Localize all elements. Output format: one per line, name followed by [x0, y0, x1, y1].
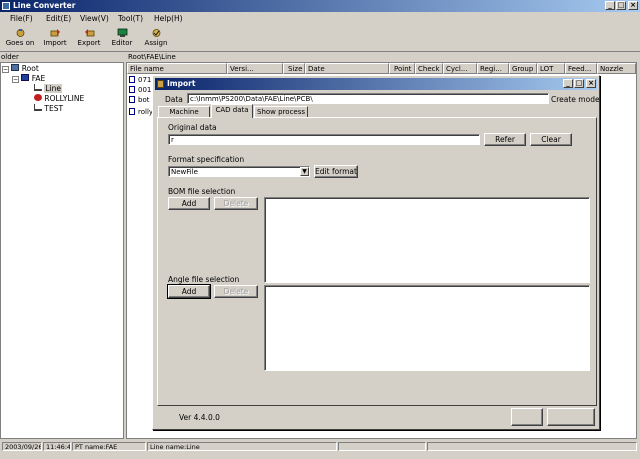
export-icon [84, 29, 94, 37]
col-registration[interactable]: Regi... [477, 63, 509, 74]
file-row[interactable]: bot [129, 95, 149, 105]
original-data-field[interactable]: r [168, 134, 480, 145]
chevron-down-icon[interactable]: ▼ [300, 167, 309, 176]
app-title: Line Converter [13, 1, 76, 10]
data-path-field[interactable]: c:\Inmm\PS200\Data\FAE\Line\PCB\ [187, 93, 549, 104]
angle-file-list[interactable] [264, 285, 590, 371]
assign-button[interactable]: Assign [142, 28, 170, 47]
cancel-button[interactable] [547, 408, 595, 426]
col-nozzle[interactable]: Nozzle [597, 63, 636, 74]
editor-icon [117, 28, 127, 37]
data-label: Data [165, 95, 183, 104]
import-icon [50, 29, 60, 37]
format-select-value: NewFile [171, 168, 198, 176]
collapse-icon[interactable]: − [2, 66, 9, 73]
toolbar: Goes on Import Export Editor Assign [0, 26, 640, 52]
file-icon [129, 108, 135, 115]
format-select[interactable]: NewFile ▼ [168, 166, 310, 177]
edit-format-button[interactable]: Edit format [314, 165, 358, 178]
import-dialog: Import _ □ × Data c:\Inmm\PS200\Data\FAE… [152, 75, 600, 430]
folder-icon [21, 74, 30, 81]
bom-add-button[interactable]: Add [168, 197, 210, 210]
menu-bar: File(F) Edit(E) View(V) Tool(T) Help(H) [0, 13, 640, 25]
menu-help[interactable]: Help(H) [154, 13, 183, 25]
line-icon [34, 84, 42, 91]
version-label: Ver 4.4.0.0 [179, 413, 220, 422]
refer-button[interactable]: Refer [484, 133, 526, 146]
col-size[interactable]: Size [283, 63, 305, 74]
original-data-label: Original data [168, 123, 217, 132]
editor-button[interactable]: Editor [110, 28, 134, 47]
app-icon [2, 2, 10, 10]
clear-button[interactable]: Clear [530, 133, 572, 146]
current-path: Root\FAE\Line [128, 53, 176, 61]
bom-file-selection-label: BOM file selection [168, 187, 236, 196]
status-panel-empty [338, 442, 426, 451]
col-date[interactable]: Date [305, 63, 389, 74]
minimize-button[interactable]: _ [605, 1, 615, 10]
col-file-name[interactable]: File name [127, 63, 227, 74]
angle-delete-button[interactable]: Delete [214, 285, 258, 298]
tree-item-root[interactable]: − Root [2, 64, 39, 74]
goes-on-icon [16, 29, 24, 37]
bom-file-list[interactable] [264, 197, 590, 283]
col-feeder[interactable]: Feed... [565, 63, 597, 74]
file-icon [129, 96, 135, 103]
file-icon [129, 86, 135, 93]
close-button[interactable]: × [628, 1, 638, 10]
dialog-title: Import [167, 79, 196, 88]
import-button[interactable]: Import [42, 28, 68, 47]
file-row[interactable]: 071 [129, 75, 151, 85]
status-pt-name: PT name:FAE [72, 442, 146, 451]
file-row[interactable]: rolly [129, 107, 153, 117]
collapse-icon[interactable]: − [12, 76, 19, 83]
status-time: 11:46:43 [43, 442, 71, 451]
bom-delete-button[interactable]: Delete [214, 197, 258, 210]
tree-item-fae[interactable]: − FAE [12, 74, 45, 84]
menu-view[interactable]: View(V) [80, 13, 109, 25]
col-version[interactable]: Versi... [227, 63, 283, 74]
folder-tree[interactable]: − Root − FAE Line ROLLYLINE TEST [0, 62, 124, 439]
tree-item-rollyline[interactable]: ROLLYLINE [34, 94, 84, 104]
export-button[interactable]: Export [76, 28, 102, 47]
status-bar: 2003/09/26 11:46:43 PT name:FAE Line nam… [0, 440, 640, 459]
computer-icon [11, 64, 20, 71]
col-check[interactable]: Check [415, 63, 443, 74]
menu-file[interactable]: File(F) [10, 13, 33, 25]
app-title-bar[interactable]: Line Converter _ □ × [0, 0, 640, 12]
status-date: 2003/09/26 [2, 442, 42, 451]
angle-file-selection-label: Angle file selection [168, 275, 240, 284]
import-dialog-title-bar[interactable]: Import _ □ × [155, 78, 597, 90]
folder-panel-header: older [1, 53, 19, 61]
format-specification-label: Format specification [168, 155, 245, 164]
line-icon [34, 104, 42, 111]
assign-icon [152, 29, 160, 37]
file-row[interactable]: 001 [129, 85, 151, 95]
tab-cad-data[interactable]: CAD data [211, 104, 253, 118]
import-icon [157, 80, 164, 88]
dialog-close-button[interactable]: × [586, 79, 596, 88]
file-icon [129, 76, 135, 83]
tree-item-line[interactable]: Line [34, 84, 63, 94]
cad-data-panel: Original data r Refer Clear Format speci… [157, 117, 597, 406]
dialog-maximize-button[interactable]: □ [574, 79, 584, 88]
menu-edit[interactable]: Edit(E) [46, 13, 71, 25]
status-line-name: Line name:Line [147, 442, 337, 451]
col-group[interactable]: Group [509, 63, 537, 74]
col-lot[interactable]: LOT [537, 63, 565, 74]
tree-item-test[interactable]: TEST [34, 104, 63, 114]
ok-button[interactable] [511, 408, 543, 426]
angle-add-button[interactable]: Add [167, 284, 211, 299]
menu-tool[interactable]: Tool(T) [118, 13, 143, 25]
dialog-minimize-button[interactable]: _ [563, 79, 573, 88]
col-point[interactable]: Point [389, 63, 415, 74]
line-error-icon [34, 94, 42, 101]
goes-on-button[interactable]: Goes on [4, 28, 36, 47]
create-mode-label[interactable]: Create mode [551, 95, 600, 104]
col-cycle[interactable]: Cycl... [443, 63, 477, 74]
maximize-button[interactable]: □ [616, 1, 626, 10]
status-panel-empty [427, 442, 637, 451]
